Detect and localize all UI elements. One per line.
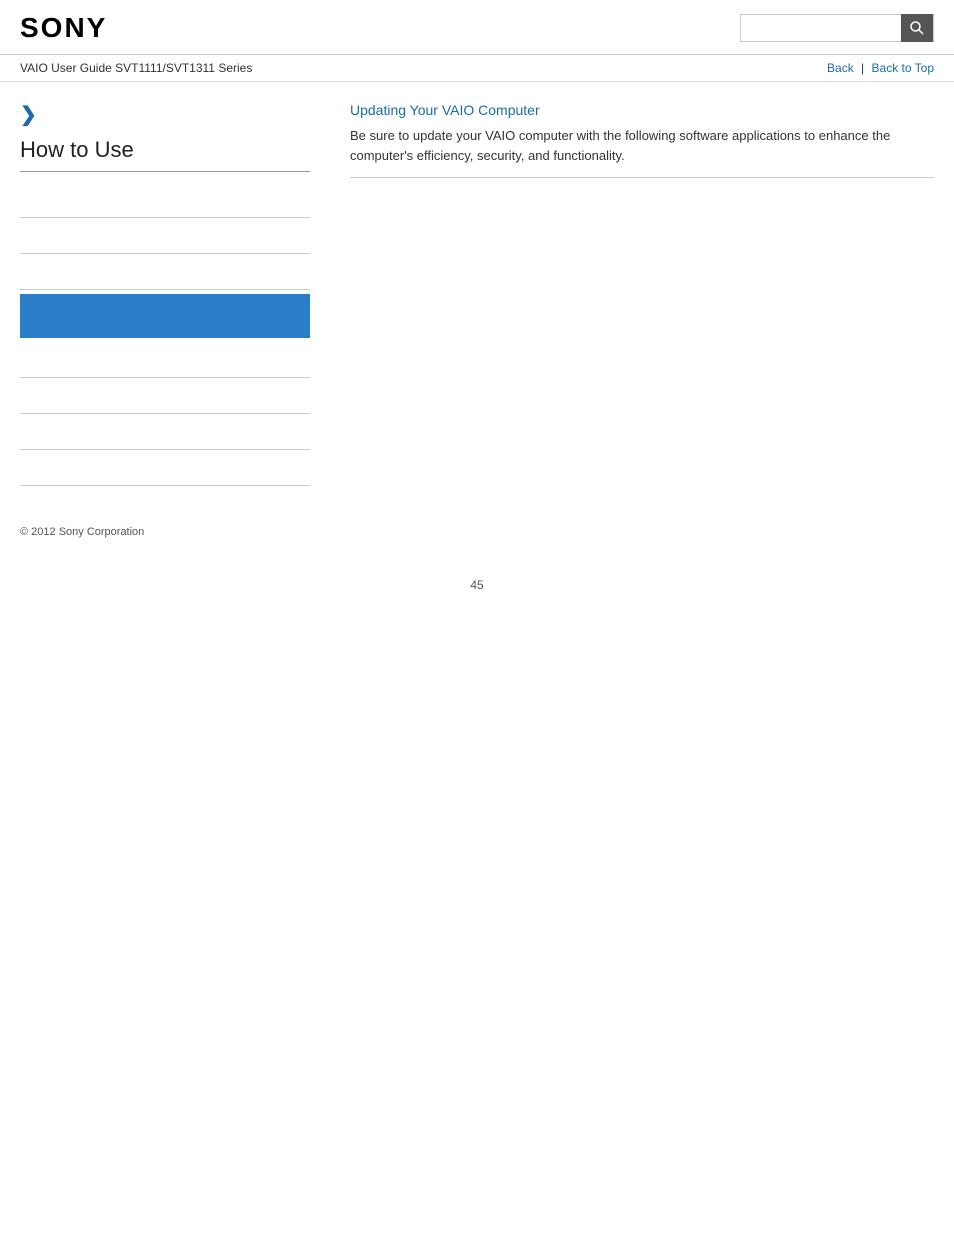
sidebar-item[interactable]	[20, 450, 310, 486]
copyright-text: © 2012 Sony Corporation	[20, 526, 144, 538]
sidebar-item[interactable]	[20, 254, 310, 290]
chevron-icon[interactable]: ❯	[20, 102, 310, 127]
content-area: Updating Your VAIO Computer Be sure to u…	[330, 102, 934, 486]
content-description: Be sure to update your VAIO computer wit…	[350, 126, 934, 165]
sidebar-item[interactable]	[20, 342, 310, 378]
nav-separator: |	[861, 61, 864, 75]
back-link[interactable]: Back	[827, 61, 854, 75]
sidebar-section-title: How to Use	[20, 137, 310, 172]
page-header: SONY	[0, 0, 954, 55]
sidebar: ❯ How to Use	[20, 102, 330, 486]
sony-logo: SONY	[20, 12, 107, 44]
sidebar-item[interactable]	[20, 378, 310, 414]
nav-links: Back | Back to Top	[827, 61, 934, 75]
content-divider	[350, 177, 934, 178]
content-link[interactable]: Updating Your VAIO Computer	[350, 102, 934, 118]
sub-header: VAIO User Guide SVT1111/SVT1311 Series B…	[0, 55, 954, 82]
page-footer: © 2012 Sony Corporation	[0, 506, 954, 558]
search-button[interactable]	[901, 14, 933, 42]
back-to-top-link[interactable]: Back to Top	[872, 61, 934, 75]
sidebar-item[interactable]	[20, 182, 310, 218]
main-content: ❯ How to Use Updating Your VAIO Computer…	[0, 82, 954, 506]
sidebar-item[interactable]	[20, 414, 310, 450]
search-input[interactable]	[741, 15, 901, 41]
page-number: 45	[0, 558, 954, 612]
search-icon	[909, 20, 925, 36]
search-box	[740, 14, 934, 42]
guide-title: VAIO User Guide SVT1111/SVT1311 Series	[20, 61, 252, 75]
sidebar-item[interactable]	[20, 218, 310, 254]
sidebar-item-highlighted[interactable]	[20, 294, 310, 338]
